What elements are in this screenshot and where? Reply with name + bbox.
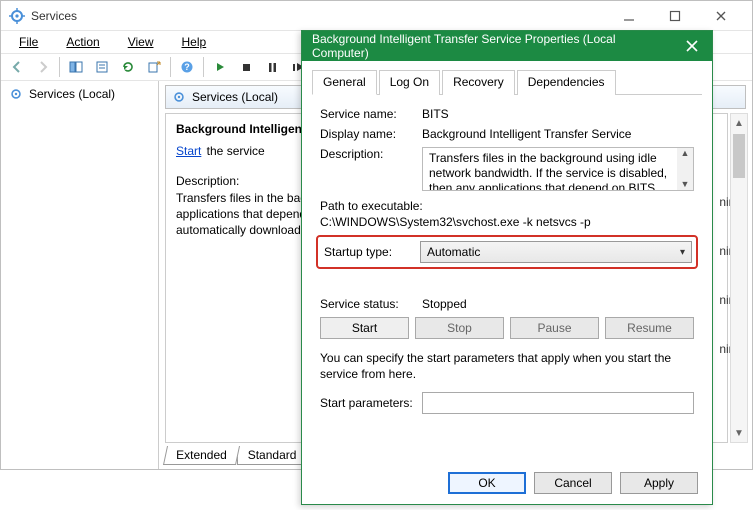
service-status-label: Service status: (320, 297, 422, 311)
tab-standard[interactable]: Standard (237, 446, 308, 465)
display-name-value: Background Intelligent Transfer Service (422, 127, 694, 141)
description-scrollbar[interactable]: ▲▼ (677, 148, 693, 190)
stop-button: Stop (415, 317, 504, 339)
services-icon (9, 8, 25, 24)
service-name-value: BITS (422, 107, 694, 121)
window-title: Services (31, 9, 606, 23)
stop-service-button[interactable] (234, 55, 258, 79)
dialog-tabs: General Log On Recovery Dependencies (312, 69, 702, 95)
tree-item-label: Services (Local) (29, 87, 115, 101)
startup-type-select[interactable]: Automatic ▾ (420, 241, 692, 263)
apply-button[interactable]: Apply (620, 472, 698, 494)
menu-view[interactable]: View (116, 33, 166, 51)
tab-dependencies[interactable]: Dependencies (517, 70, 616, 95)
start-params-note: You can specify the start parameters tha… (320, 351, 694, 382)
menu-help[interactable]: Help (170, 33, 219, 51)
service-properties-dialog: Background Intelligent Transfer Service … (301, 30, 713, 505)
minimize-button[interactable] (606, 1, 652, 31)
path-value: C:\WINDOWS\System32\svchost.exe -k netsv… (320, 215, 694, 229)
start-service-button[interactable] (208, 55, 232, 79)
pause-button: Pause (510, 317, 599, 339)
back-button[interactable] (5, 55, 29, 79)
svg-text:?: ? (184, 62, 190, 72)
tab-logon[interactable]: Log On (379, 70, 440, 95)
description-value: Transfers files in the background using … (429, 151, 667, 191)
start-link-suffix: the service (203, 144, 264, 158)
show-hide-tree-button[interactable] (64, 55, 88, 79)
scroll-thumb[interactable] (733, 134, 745, 178)
gear-icon (172, 90, 186, 104)
ok-button[interactable]: OK (448, 472, 526, 494)
description-label: Description: (320, 147, 422, 161)
dialog-close-button[interactable] (672, 31, 712, 61)
startup-type-value: Automatic (427, 245, 480, 259)
service-status-value: Stopped (422, 297, 694, 311)
chevron-down-icon: ▾ (680, 247, 685, 258)
tab-general[interactable]: General (312, 70, 377, 95)
menu-action[interactable]: Action (54, 33, 111, 51)
resume-button: Resume (605, 317, 694, 339)
description-textbox[interactable]: Transfers files in the background using … (422, 147, 694, 191)
maximize-button[interactable] (652, 1, 698, 31)
cancel-button[interactable]: Cancel (534, 472, 612, 494)
scroll-down-icon[interactable]: ▼ (731, 424, 747, 442)
help-button[interactable]: ? (175, 55, 199, 79)
menu-file[interactable]: File (7, 33, 50, 51)
tab-recovery[interactable]: Recovery (442, 70, 515, 95)
display-name-label: Display name: (320, 127, 422, 141)
scroll-up-icon[interactable]: ▲ (731, 114, 747, 132)
service-name-label: Service name: (320, 107, 422, 121)
titlebar[interactable]: Services (1, 1, 752, 31)
scroll-up-icon: ▲ (681, 148, 690, 159)
right-pane-title: Services (Local) (192, 90, 278, 104)
pause-service-button[interactable] (260, 55, 284, 79)
path-label: Path to executable: (320, 199, 694, 213)
refresh-button[interactable] (116, 55, 140, 79)
start-parameters-input[interactable] (422, 392, 694, 414)
export-button[interactable] (142, 55, 166, 79)
left-tree: Services (Local) (1, 81, 159, 469)
vertical-scrollbar[interactable]: ▲ ▼ (730, 113, 748, 443)
close-button[interactable] (698, 1, 744, 31)
startup-type-highlight: Startup type: Automatic ▾ (316, 235, 698, 269)
scroll-down-icon: ▼ (681, 179, 690, 190)
forward-button[interactable] (31, 55, 55, 79)
tab-extended[interactable]: Extended (163, 446, 240, 465)
start-link[interactable]: Start (176, 144, 201, 158)
start-parameters-label: Start parameters: (320, 396, 422, 410)
startup-type-label: Startup type: (322, 245, 420, 259)
dialog-title: Background Intelligent Transfer Service … (312, 32, 672, 60)
start-button[interactable]: Start (320, 317, 409, 339)
dialog-titlebar[interactable]: Background Intelligent Transfer Service … (302, 31, 712, 61)
gear-icon (9, 87, 23, 101)
properties-button[interactable] (90, 55, 114, 79)
tree-item-services-local[interactable]: Services (Local) (7, 85, 152, 103)
